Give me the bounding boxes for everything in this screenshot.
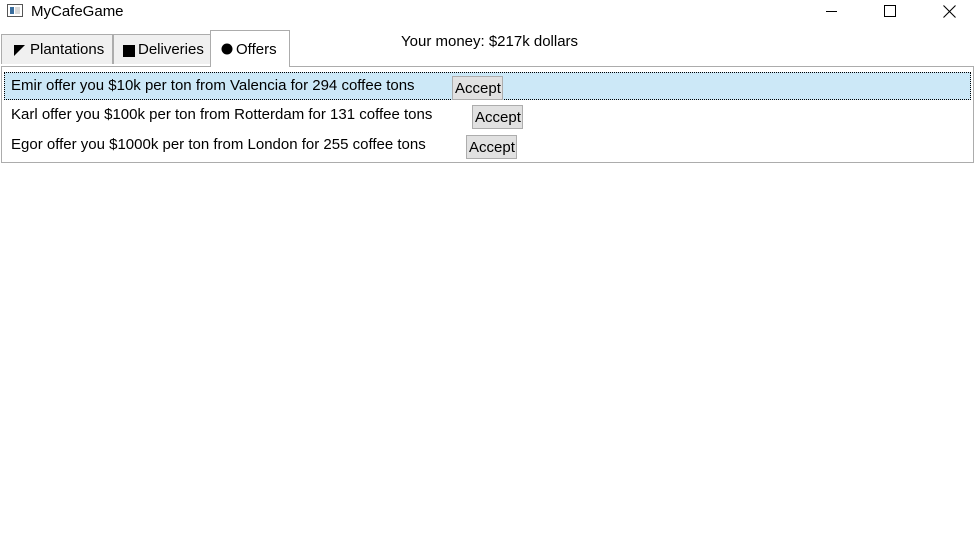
money-status: Your money: $217k dollars [401,33,579,50]
close-icon [943,5,956,18]
circle-icon [221,43,233,55]
accept-button[interactable]: Accept [472,105,523,129]
app-window-icon [7,4,23,17]
square-icon [123,45,135,57]
offer-row[interactable]: Egor offer you $1000k per ton from Londo… [4,132,971,160]
window-title: MyCafeGame [31,3,124,20]
offer-row[interactable]: Emir offer you $10k per ton from Valenci… [4,72,971,100]
offer-text: Karl offer you $100k per ton from Rotter… [11,106,433,123]
triangle-icon [14,45,25,56]
accept-button[interactable]: Accept [466,135,517,159]
offer-text: Emir offer you $10k per ton from Valenci… [11,77,415,94]
offers-panel: Emir offer you $10k per ton from Valenci… [1,66,974,163]
app-window: MyCafeGame Plantations Deliveries Offers… [0,0,975,540]
offer-text: Egor offer you $1000k per ton from Londo… [11,136,426,153]
maximize-icon [884,5,896,17]
tab-offers-label: Offers [236,41,277,58]
minimize-button[interactable] [809,0,855,24]
offer-row[interactable]: Karl offer you $100k per ton from Rotter… [4,102,971,130]
tab-deliveries-label: Deliveries [138,41,204,58]
tab-deliveries[interactable]: Deliveries [113,34,211,64]
title-bar: MyCafeGame [0,0,975,24]
minimize-icon [826,11,837,12]
tab-plantations-label: Plantations [30,41,105,58]
maximize-button[interactable] [867,0,913,24]
tab-plantations[interactable]: Plantations [1,34,113,64]
close-button[interactable] [926,0,972,24]
tab-offers[interactable]: Offers [210,30,290,67]
accept-button[interactable]: Accept [452,76,503,100]
